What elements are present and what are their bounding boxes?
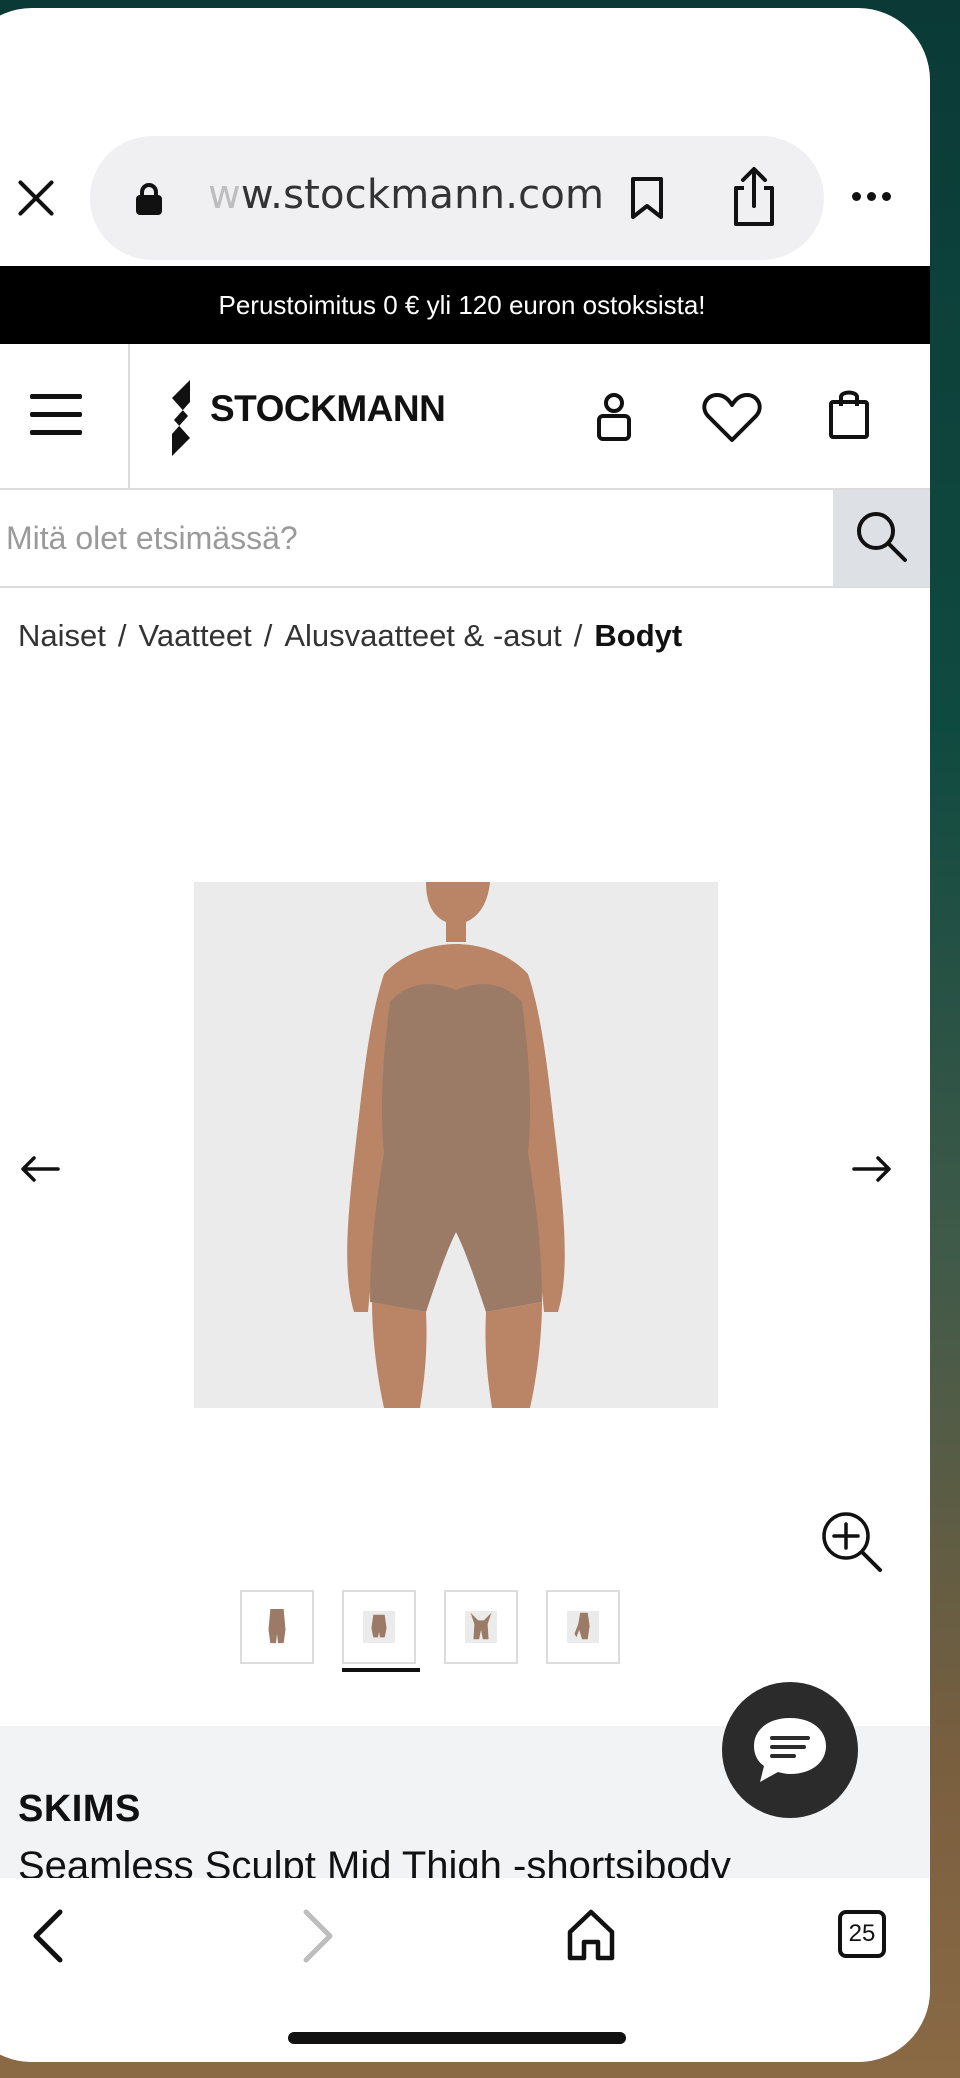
- promo-banner[interactable]: Perustoimitus 0 € yli 120 euron ostoksis…: [0, 266, 930, 344]
- tab-count: 25: [848, 1920, 876, 1947]
- search-icon: [857, 512, 907, 562]
- chat-button[interactable]: [722, 1682, 858, 1818]
- header-divider: [128, 344, 130, 488]
- shopping-bag-icon[interactable]: [828, 388, 870, 440]
- browser-url-bar-row: ww.stockmann.com: [0, 8, 930, 260]
- thumbnail[interactable]: [342, 1590, 420, 1672]
- thumbnail[interactable]: [546, 1590, 620, 1664]
- browser-window: ww.stockmann.com Perustoimitus 0 € yli 1…: [0, 8, 930, 2062]
- share-icon[interactable]: [730, 166, 778, 228]
- logo-text: STOCKMANN: [210, 388, 446, 429]
- site-header: STOCKMANN: [0, 344, 930, 490]
- account-icon[interactable]: [596, 392, 632, 442]
- thumbnail[interactable]: [240, 1590, 314, 1664]
- address-bar[interactable]: ww.stockmann.com: [90, 136, 824, 260]
- home-indicator[interactable]: [288, 2032, 626, 2044]
- breadcrumb-item[interactable]: Alusvaatteet & -asut: [284, 618, 561, 653]
- more-icon[interactable]: [852, 186, 900, 201]
- chat-icon: [754, 1718, 826, 1782]
- logo-mark-icon: [172, 380, 190, 456]
- tabs-button[interactable]: 25: [838, 1910, 886, 1958]
- close-icon[interactable]: [14, 176, 58, 220]
- search-input[interactable]: [0, 490, 833, 586]
- promo-text: Perustoimitus 0 € yli 120 euron ostoksis…: [218, 290, 706, 320]
- breadcrumb-item[interactable]: Vaatteet: [139, 618, 252, 653]
- home-icon[interactable]: [566, 1908, 616, 1962]
- arrow-right-icon[interactable]: [852, 1154, 892, 1184]
- product-brand[interactable]: SKIMS: [18, 1788, 141, 1831]
- hamburger-menu-icon[interactable]: [30, 394, 82, 436]
- thumbnail[interactable]: [444, 1590, 518, 1664]
- stockmann-logo[interactable]: STOCKMANN: [168, 378, 488, 458]
- breadcrumb-separator: /: [573, 618, 583, 653]
- browser-content: ww.stockmann.com Perustoimitus 0 € yli 1…: [0, 8, 930, 2062]
- breadcrumb-separator: /: [263, 618, 273, 653]
- arrow-left-icon[interactable]: [20, 1154, 60, 1184]
- chevron-left-icon[interactable]: [28, 1908, 68, 1964]
- bookmark-icon[interactable]: [630, 176, 664, 220]
- search-button[interactable]: [833, 490, 930, 586]
- chevron-right-icon[interactable]: [298, 1908, 338, 1964]
- search-bar: [0, 490, 930, 588]
- product-image[interactable]: [194, 882, 718, 1408]
- url-text[interactable]: ww.stockmann.com: [208, 172, 604, 218]
- zoom-in-icon[interactable]: [820, 1510, 884, 1574]
- heart-icon[interactable]: [702, 392, 762, 444]
- breadcrumb-item[interactable]: Naiset: [18, 618, 106, 653]
- lock-icon: [136, 183, 162, 215]
- breadcrumb-separator: /: [117, 618, 127, 653]
- breadcrumb: Naiset / Vaatteet / Alusvaatteet & -asut / Bod…: [18, 618, 682, 654]
- thumbnail-strip: [240, 1590, 640, 1672]
- breadcrumb-current: Bodyt: [594, 618, 683, 653]
